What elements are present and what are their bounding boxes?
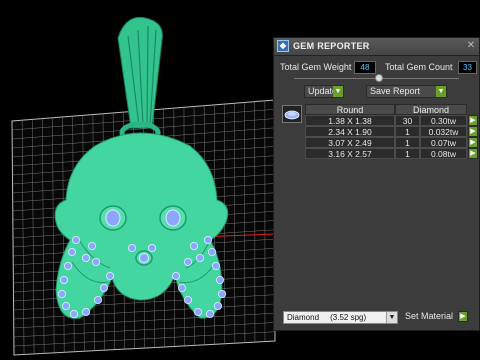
- panel-title: GEM REPORTER: [293, 41, 370, 51]
- save-report-button[interactable]: Save Report ▼: [366, 85, 447, 98]
- set-gem: [183, 295, 192, 304]
- play-arrow-icon[interactable]: ▶: [468, 148, 478, 159]
- row-count: 1: [395, 148, 420, 159]
- total-gem-weight-field[interactable]: 48: [354, 61, 376, 74]
- octopus-pendant-model: [54, 132, 229, 319]
- update-button[interactable]: Update ▼: [304, 85, 344, 98]
- row-size: 1.38 X 1.38: [305, 115, 395, 126]
- row-weight: 0.08tw: [420, 148, 467, 159]
- total-gem-weight-label: Total Gem Weight: [280, 62, 352, 72]
- set-gem: [100, 283, 109, 292]
- set-gem: [217, 289, 226, 298]
- set-gem: [60, 275, 69, 284]
- gem-reporter-panel: ◆ GEM REPORTER ✕ Total Gem Weight 48 Tot…: [273, 37, 480, 331]
- chevron-down-icon: ▼: [386, 312, 397, 323]
- set-gem: [193, 307, 202, 316]
- row-weight: 0.032tw: [420, 126, 467, 137]
- set-gem: [195, 253, 204, 262]
- round-gem-thumbnail: [282, 105, 302, 123]
- set-gem: [72, 235, 81, 244]
- set-gem: [62, 301, 71, 310]
- set-gem: [171, 271, 180, 280]
- set-gem: [189, 241, 198, 250]
- row-count: 30: [395, 115, 420, 126]
- set-gem: [68, 247, 77, 256]
- material-select-value: Diamond (3.52 spg): [287, 313, 367, 322]
- play-arrow-icon[interactable]: ▶: [468, 126, 478, 137]
- set-gem: [213, 301, 222, 310]
- set-gem: [82, 307, 91, 316]
- set-gem: [215, 275, 224, 284]
- set-gem: [92, 257, 101, 266]
- set-gem: [106, 271, 115, 280]
- set-material-label: Set Material: [405, 311, 454, 321]
- set-gem: [64, 261, 73, 270]
- table-row: 1.38 X 1.38 30 0.30tw ▶: [305, 115, 479, 126]
- set-gem: [82, 253, 91, 262]
- play-arrow-icon[interactable]: ▶: [468, 115, 478, 126]
- chevron-down-icon: ▼: [333, 86, 343, 97]
- gem-app-icon: ◆: [277, 40, 289, 52]
- column-header-shape: Round: [305, 104, 395, 115]
- column-header-stone: Diamond: [395, 104, 467, 115]
- chevron-down-icon: ▼: [436, 86, 446, 97]
- set-material-button[interactable]: ▶: [458, 311, 468, 322]
- set-gem: [211, 261, 220, 270]
- total-gem-count-label: Total Gem Count: [385, 62, 453, 72]
- set-gem: [205, 309, 214, 318]
- set-gem: [203, 235, 212, 244]
- row-size: 2.34 X 1.90: [305, 126, 395, 137]
- slider-knob[interactable]: [375, 74, 383, 82]
- material-select[interactable]: Diamond (3.52 spg) ▼: [283, 311, 398, 324]
- table-row: 3.07 X 2.49 1 0.07tw ▶: [305, 137, 479, 148]
- row-count: 1: [395, 137, 420, 148]
- close-icon[interactable]: ✕: [466, 41, 476, 51]
- set-gem: [147, 243, 156, 252]
- panel-titlebar[interactable]: ◆ GEM REPORTER ✕: [274, 38, 479, 56]
- set-gem: [183, 257, 192, 266]
- set-gem: [58, 289, 67, 298]
- play-arrow-icon[interactable]: ▶: [468, 137, 478, 148]
- row-weight: 0.07tw: [420, 137, 467, 148]
- table-row: 2.34 X 1.90 1 0.032tw ▶: [305, 126, 479, 137]
- set-gem: [207, 247, 216, 256]
- set-gem: [70, 309, 79, 318]
- material-bar: Diamond (3.52 spg) ▼ Set Material ▶: [274, 308, 479, 330]
- table-row: 3.16 X 2.57 1 0.08tw ▶: [305, 148, 479, 159]
- row-size: 3.07 X 2.49: [305, 137, 395, 148]
- set-gem: [94, 295, 103, 304]
- row-size: 3.16 X 2.57: [305, 148, 395, 159]
- total-gem-count-field[interactable]: 33: [458, 61, 477, 74]
- set-gem: [127, 243, 136, 252]
- save-report-label: Save Report: [370, 86, 421, 96]
- row-weight: 0.30tw: [420, 115, 467, 126]
- row-count: 1: [395, 126, 420, 137]
- set-gem: [88, 241, 97, 250]
- set-gem: [177, 283, 186, 292]
